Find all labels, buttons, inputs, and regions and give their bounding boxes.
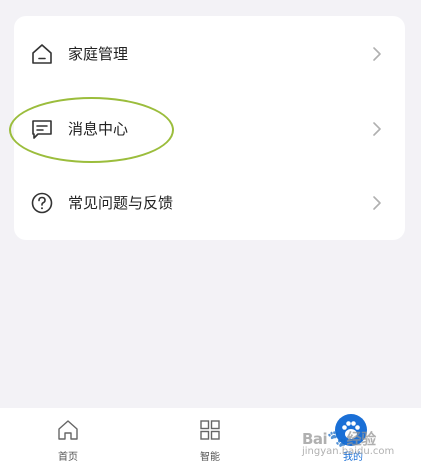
chevron-right-icon: [373, 122, 381, 136]
tab-smart[interactable]: 智能: [170, 408, 250, 475]
message-icon: [32, 120, 52, 139]
menu-item-label: 消息中心: [68, 120, 129, 138]
chevron-right-icon: [373, 47, 381, 61]
help-icon: [31, 192, 53, 214]
settings-card: 家庭管理 消息中心 常见问题与反馈: [14, 16, 405, 240]
home-icon: [32, 44, 52, 64]
menu-item-label: 家庭管理: [68, 45, 129, 63]
menu-item-message-center[interactable]: 消息中心: [14, 101, 405, 157]
avatar: [335, 414, 367, 446]
grid-icon: [200, 420, 220, 440]
home-tab-icon: [58, 420, 78, 440]
tab-label: 智能: [200, 452, 220, 463]
tab-home[interactable]: 首页: [28, 408, 108, 475]
menu-item-faq-feedback[interactable]: 常见问题与反馈: [14, 175, 405, 231]
paw-avatar-icon: [342, 421, 360, 439]
menu-item-family-management[interactable]: 家庭管理: [14, 26, 405, 82]
tab-mine[interactable]: 我的: [313, 408, 393, 475]
bottom-tab-bar: 首页 智能 我的: [0, 408, 421, 475]
tab-label: 首页: [58, 452, 78, 463]
chevron-right-icon: [373, 196, 381, 210]
tab-label: 我的: [343, 452, 363, 463]
menu-item-label: 常见问题与反馈: [68, 194, 174, 212]
